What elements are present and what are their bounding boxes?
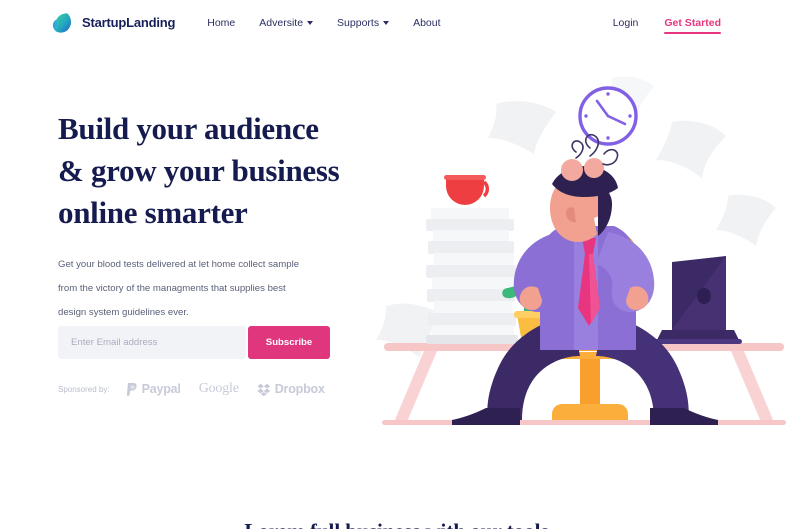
nav-item-about[interactable]: About — [413, 17, 440, 29]
page-title: Build your audience & grow your business… — [58, 108, 378, 234]
hero-description-line-3: design system guidelines ever. — [58, 307, 189, 318]
dropbox-icon — [257, 383, 271, 396]
hero-description-line-2: from the victory of the managments that … — [58, 283, 286, 294]
hero-title-line-1: Build your audience — [58, 111, 319, 146]
sponsors-row: Sponsored by: Paypal Google Dropbox — [58, 381, 343, 397]
chevron-down-icon — [307, 20, 314, 25]
nav-item-about-label: About — [413, 16, 441, 29]
nav-item-home-label: Home — [207, 16, 236, 29]
leaf-droplet-icon — [52, 12, 73, 34]
hero-text-block: Build your audience & grow your business… — [58, 108, 378, 325]
hero-title-line-3: online smarter — [58, 195, 248, 230]
nav-links: Home Adversite Supports About — [207, 17, 464, 29]
email-input[interactable] — [58, 326, 246, 359]
nav-item-supports-label: Supports — [337, 16, 380, 29]
subscribe-form: Subscribe — [58, 326, 330, 359]
next-section-heading: Lorem full business with our tools — [0, 519, 793, 529]
navbar: StartupLanding Home Adversite Supports A… — [0, 0, 793, 45]
coffee-cup-icon — [444, 175, 489, 205]
next-section-clipped: Lorem full business with our tools — [0, 519, 793, 529]
hero-description: Get your blood tests delivered at let ho… — [58, 253, 316, 325]
brand-logo-link[interactable]: StartupLanding — [52, 12, 175, 34]
sponsor-paypal-label: Paypal — [141, 382, 181, 396]
chevron-down-icon — [383, 20, 390, 25]
brand-name: StartupLanding — [82, 15, 176, 30]
paper-stack-icon — [426, 208, 518, 344]
stressed-man-at-desk-illustration — [376, 56, 793, 428]
sponsor-google-label: Google — [198, 381, 239, 396]
login-link[interactable]: Login — [613, 17, 639, 29]
laptop-icon — [654, 256, 742, 344]
paypal-icon — [126, 382, 138, 397]
seated-person-head — [550, 133, 619, 242]
sponsor-dropbox[interactable]: Dropbox — [257, 382, 325, 396]
sponsor-google[interactable]: Google — [199, 381, 239, 397]
hero-title-line-2: & grow your business — [58, 153, 340, 188]
sponsored-by-label: Sponsored by: — [58, 384, 110, 394]
nav-right-actions: Login Get Started — [613, 17, 777, 34]
landing-page: StartupLanding Home Adversite Supports A… — [0, 0, 793, 529]
get-started-button[interactable]: Get Started — [664, 17, 721, 34]
nav-item-supports[interactable]: Supports — [337, 16, 390, 29]
nav-item-home[interactable]: Home — [207, 17, 235, 29]
sponsor-dropbox-label: Dropbox — [274, 382, 325, 396]
nav-item-adversite[interactable]: Adversite — [259, 16, 314, 29]
hero-description-line-1: Get your blood tests delivered at let ho… — [58, 259, 300, 270]
nav-item-adversite-label: Adversite — [259, 16, 304, 29]
sponsor-paypal[interactable]: Paypal — [126, 382, 181, 397]
subscribe-button[interactable]: Subscribe — [248, 326, 330, 359]
